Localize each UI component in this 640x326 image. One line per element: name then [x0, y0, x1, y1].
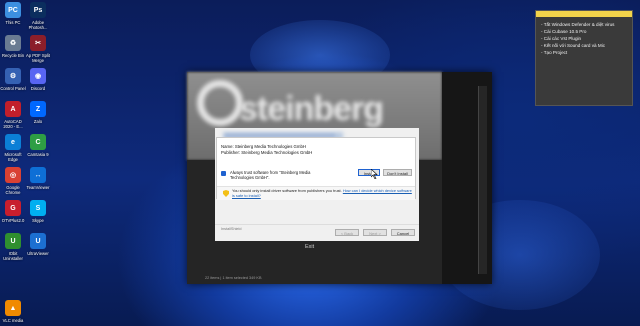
app-icon: U [30, 233, 46, 249]
installer-brand: steinberg [239, 90, 384, 128]
desktop-icon-label: Skype [32, 218, 44, 223]
installshield-label: InstallShield [221, 227, 242, 231]
app-icon: Ps [30, 2, 46, 18]
desktop-icon-label: UltraViewer [27, 251, 49, 256]
exit-button[interactable]: Exit [305, 244, 314, 250]
app-icon: ⚙ [5, 68, 21, 84]
next-button[interactable]: Next > [363, 229, 387, 236]
sticky-note-item: - Tắt Windows Defender & diệt virus [541, 22, 615, 27]
desktop-icon-label: This PC [5, 20, 21, 25]
desktop-icon[interactable]: C Camtasia 9 [25, 134, 51, 157]
desktop-icon-label: Ap PDF Split Merge [26, 53, 50, 63]
app-icon: PC [5, 2, 21, 18]
desktop-icon[interactable]: ♻ Recycle Bin [0, 35, 26, 58]
app-icon: S [30, 200, 46, 216]
desktop-icon[interactable]: ▲ VLC media [0, 300, 26, 323]
desktop-icon-label: Discord [30, 86, 46, 91]
desktop-icon[interactable]: PC This PC [0, 2, 26, 25]
always-trust-checkbox[interactable] [221, 171, 226, 176]
desktop-icon-label: Camtasia 9 [27, 152, 49, 157]
desktop-icon[interactable]: U UltraViewer [25, 233, 51, 256]
explorer-side-panel [442, 72, 492, 284]
desktop-icon[interactable]: Ps Adobe Photosh... [25, 2, 51, 30]
scrollbar[interactable] [478, 86, 487, 274]
sticky-note-item: - Cài Cubase 10.5 Pro [541, 29, 587, 34]
desktop-icon[interactable]: S Skype [25, 200, 51, 223]
warning-shield-icon [223, 190, 229, 197]
desktop-icon-label: Zalo [33, 119, 43, 124]
app-icon: U [5, 233, 21, 249]
desktop-icon[interactable]: U IObit Uninstaller [0, 233, 26, 261]
explorer-status-bar: 22 items | 1 item selected 349 KB [205, 276, 262, 280]
desktop-icon-label: TeamViewer [26, 185, 50, 190]
sticky-note-titlebar[interactable] [536, 11, 632, 17]
setup-dialog-footer [215, 224, 419, 241]
app-icon: ♻ [5, 35, 21, 51]
app-icon: ◉ [30, 68, 46, 84]
publisher-line: Publisher: Steinberg Media Technologies … [221, 149, 313, 155]
app-icon: A [5, 101, 21, 117]
warning-box: You should only install driver software … [217, 186, 415, 200]
app-icon: Z [30, 101, 46, 117]
warning-text: You should only install driver software … [232, 188, 412, 199]
desktop-icon-label: IObit Uninstaller [3, 251, 23, 261]
mouse-pointer-icon [371, 169, 378, 179]
app-icon: ↔ [30, 167, 46, 183]
desktop-icon[interactable]: ◉ Discord [25, 68, 51, 91]
desktop-icon[interactable]: Z Zalo [25, 101, 51, 124]
desktop-icon-label: Recycle Bin [1, 53, 25, 58]
sticky-note-item: - Tạo Project [541, 50, 568, 55]
desktop-icon[interactable]: A AutoCAD 2020 - E... [0, 101, 26, 129]
app-icon: C [30, 134, 46, 150]
app-icon: G [5, 200, 21, 216]
desktop-icon[interactable]: G OTVPlus2.0 [0, 200, 26, 223]
desktop-icon[interactable]: ◎ Google Chrome [0, 167, 26, 195]
sticky-note[interactable]: - Tắt Windows Defender & diệt virus - Cà… [535, 10, 633, 106]
desktop-icon-label: Microsoft Edge [4, 152, 22, 162]
desktop-icon-label: Control Panel [0, 86, 26, 91]
desktop-icon-label: Adobe Photosh... [28, 20, 48, 30]
name-line: Name: Steinberg Media Technologies GmbH [221, 144, 306, 149]
sticky-note-item: - Cài các Vst Plugin [541, 36, 582, 41]
app-icon: ✂ [30, 35, 46, 51]
desktop-icon-label: AutoCAD 2020 - E... [3, 119, 23, 129]
app-icon: ▲ [5, 300, 21, 316]
back-button[interactable]: < Back [335, 229, 359, 236]
publisher-info: Name: Steinberg Media Technologies GmbH … [221, 144, 312, 155]
desktop-icon-label: Google Chrome [5, 185, 21, 195]
sticky-note-list: - Tắt Windows Defender & diệt virus - Cà… [541, 21, 632, 56]
windows-security-dialog: Name: Steinberg Media Technologies GmbH … [216, 137, 416, 200]
desktop-icon[interactable]: ✂ Ap PDF Split Merge [25, 35, 51, 63]
desktop-icon-label: OTVPlus2.0 [1, 218, 25, 223]
desktop-icon[interactable]: ⚙ Control Panel [0, 68, 26, 91]
sticky-note-item: - Kết nối với Sound card và Mic [541, 43, 606, 48]
desktop-icon-label: VLC media [2, 318, 24, 323]
dont-install-button[interactable]: Don't Install [383, 169, 412, 176]
app-icon: ◎ [5, 167, 21, 183]
desktop-icon[interactable]: e Microsoft Edge [0, 134, 26, 162]
steinberg-logo-icon [197, 80, 243, 126]
app-icon: e [5, 134, 21, 150]
always-trust-label: Always trust software from "Steinberg Me… [230, 170, 311, 180]
cancel-button[interactable]: Cancel [391, 229, 415, 236]
desktop-icon[interactable]: ↔ TeamViewer [25, 167, 51, 190]
